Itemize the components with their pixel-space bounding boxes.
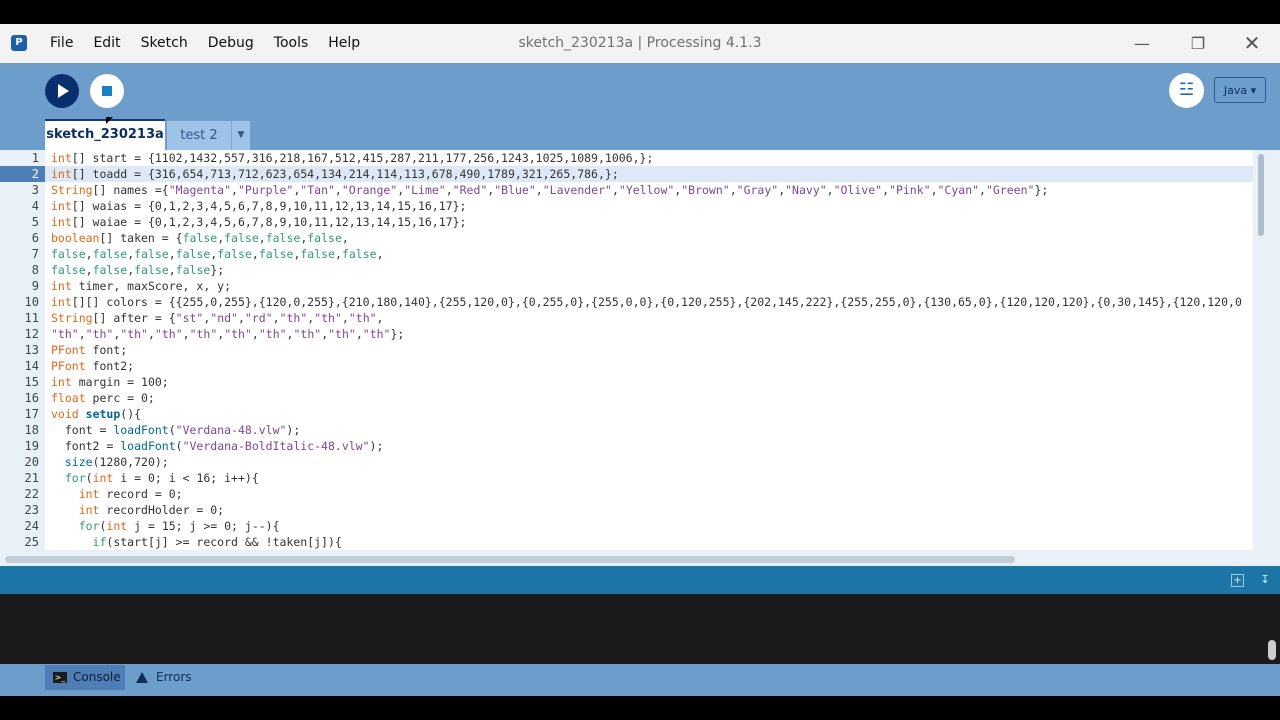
line-number: 7 [31, 247, 39, 261]
tab-test-2[interactable]: test 2 [167, 121, 231, 150]
code-line[interactable]: "th","th","th","th","th","th","th","th",… [45, 326, 1253, 342]
code-line[interactable]: float perc = 0; [45, 390, 1253, 406]
editor-area: 1 2 3 4 5 6 7 8 9 10 11 12 13 14 15 16 17 18 19 20 21 22 23 24 2… [0, 150, 1280, 566]
code-line[interactable]: int[] waiae = {0,1,2,3,4,5,6,7,8,9,10,11… [45, 214, 1253, 230]
minimize-icon[interactable]: — [1119, 24, 1165, 63]
code-line[interactable]: String[] names ={"Magenta","Purple","Tan… [45, 182, 1253, 198]
editor-vertical-scrollbar[interactable] [1253, 150, 1280, 550]
code-line[interactable]: int[] start = {1102,1432,557,316,218,167… [45, 150, 1253, 166]
tab-sketch-230213a[interactable]: sketch_230213a [45, 119, 165, 150]
menu-bar: File Edit Sketch Debug Tools Help [40, 24, 370, 63]
stop-icon [102, 86, 112, 96]
code-line[interactable]: int[][] colors = {{255,0,255},{120,0,255… [45, 294, 1253, 310]
console-scroll-thumb[interactable] [1268, 640, 1276, 660]
line-number: 9 [31, 279, 39, 293]
add-console-icon[interactable]: + [1231, 574, 1244, 587]
line-number: 12 [24, 327, 39, 341]
line-number: 18 [24, 423, 39, 437]
code-line[interactable]: PFont font; [45, 342, 1253, 358]
line-number: 6 [31, 231, 39, 245]
code-editor[interactable]: int[] start = {1102,1432,557,316,218,167… [45, 150, 1253, 550]
code-line[interactable]: int[] toadd = {316,654,713,712,623,654,1… [45, 166, 1253, 182]
code-line[interactable]: font2 = loadFont("Verdana-BoldItalic-48.… [45, 438, 1253, 454]
menu-help[interactable]: Help [318, 24, 370, 63]
menu-sketch[interactable]: Sketch [131, 24, 198, 63]
status-bar: + ↧ [0, 566, 1280, 594]
line-number: 3 [31, 183, 39, 197]
stop-button[interactable] [90, 74, 124, 108]
line-number-gutter: 1 2 3 4 5 6 7 8 9 10 11 12 13 14 15 16 17 18 19 20 21 22 23 24 2… [0, 150, 45, 550]
code-line[interactable]: if(start[j] >= record && !taken[j]){ [45, 534, 1253, 550]
toolbar: ☳ Java ▾ sketch_230213a test 2 ▼ [0, 63, 1280, 150]
line-number: 13 [24, 343, 39, 357]
maximize-icon[interactable]: ❐ [1175, 24, 1221, 63]
processing-logo-icon: P [11, 35, 27, 51]
collapse-console-icon[interactable]: ↧ [1258, 572, 1272, 588]
code-line[interactable]: for(int j = 15; j >= 0; j--){ [45, 518, 1253, 534]
code-line[interactable]: int[] waias = {0,1,2,3,4,5,6,7,8,9,10,11… [45, 198, 1253, 214]
line-number: 15 [24, 375, 39, 389]
code-line[interactable]: int timer, maxScore, x, y; [45, 278, 1253, 294]
mouse-cursor-icon [106, 117, 113, 124]
code-line[interactable]: boolean[] taken = {false,false,false,fal… [45, 230, 1253, 246]
menu-debug[interactable]: Debug [198, 24, 264, 63]
code-line[interactable]: String[] after = {"st","nd","rd","th","t… [45, 310, 1253, 326]
play-icon [58, 84, 69, 98]
code-line[interactable]: int margin = 100; [45, 374, 1253, 390]
line-number: 24 [24, 519, 39, 533]
errors-tab-label: Errors [156, 670, 192, 684]
vertical-scroll-thumb[interactable] [1258, 154, 1264, 236]
horizontal-scroll-thumb[interactable] [5, 556, 1015, 563]
line-number: 5 [31, 215, 39, 229]
code-line[interactable]: void setup(){ [45, 406, 1253, 422]
title-bar: P File Edit Sketch Debug Tools Help sket… [0, 24, 1280, 63]
line-number: 20 [24, 455, 39, 469]
code-line[interactable]: int record = 0; [45, 486, 1253, 502]
menu-file[interactable]: File [40, 24, 83, 63]
menu-tools[interactable]: Tools [264, 24, 319, 63]
console-tab-label: Console [73, 670, 121, 684]
line-number: 10 [24, 295, 39, 309]
line-number: 11 [24, 311, 39, 325]
tab-menu-dropdown-icon[interactable]: ▼ [231, 121, 250, 150]
code-line[interactable]: font = loadFont("Verdana-48.vlw"); [45, 422, 1253, 438]
line-number: 4 [31, 199, 39, 213]
line-number: 1 [31, 151, 39, 165]
line-number: 22 [24, 487, 39, 501]
line-number: 23 [24, 503, 39, 517]
run-button[interactable] [45, 74, 79, 108]
errors-tab[interactable]: Errors [128, 665, 198, 690]
code-line[interactable]: PFont font2; [45, 358, 1253, 374]
console-tab[interactable]: >_ Console [45, 665, 125, 690]
code-line[interactable]: false,false,false,false,false,false,fals… [45, 246, 1253, 262]
line-number: 14 [24, 359, 39, 373]
line-number: 17 [24, 407, 39, 421]
terminal-icon: >_ [53, 672, 67, 683]
line-number: 25 [24, 535, 39, 549]
menu-edit[interactable]: Edit [83, 24, 130, 63]
mode-selector[interactable]: Java ▾ [1214, 77, 1266, 103]
line-number: 8 [31, 263, 39, 277]
line-number: 2 [0, 166, 45, 182]
code-line[interactable]: false,false,false,false}; [45, 262, 1253, 278]
close-icon[interactable]: ✕ [1229, 24, 1275, 63]
code-line[interactable]: for(int i = 0; i < 16; i++){ [45, 470, 1253, 486]
line-number: 19 [24, 439, 39, 453]
footer-tabs: >_ Console Errors [0, 664, 1280, 696]
line-number: 16 [24, 391, 39, 405]
console-output [0, 594, 1280, 664]
debugger-icon: ☳ [1178, 80, 1195, 100]
line-number: 21 [24, 471, 39, 485]
code-line[interactable]: int recordHolder = 0; [45, 502, 1253, 518]
warning-icon [136, 672, 148, 683]
code-line[interactable]: size(1280,720); [45, 454, 1253, 470]
debugger-button[interactable]: ☳ [1169, 73, 1204, 108]
editor-horizontal-scrollbar[interactable] [0, 553, 1280, 566]
